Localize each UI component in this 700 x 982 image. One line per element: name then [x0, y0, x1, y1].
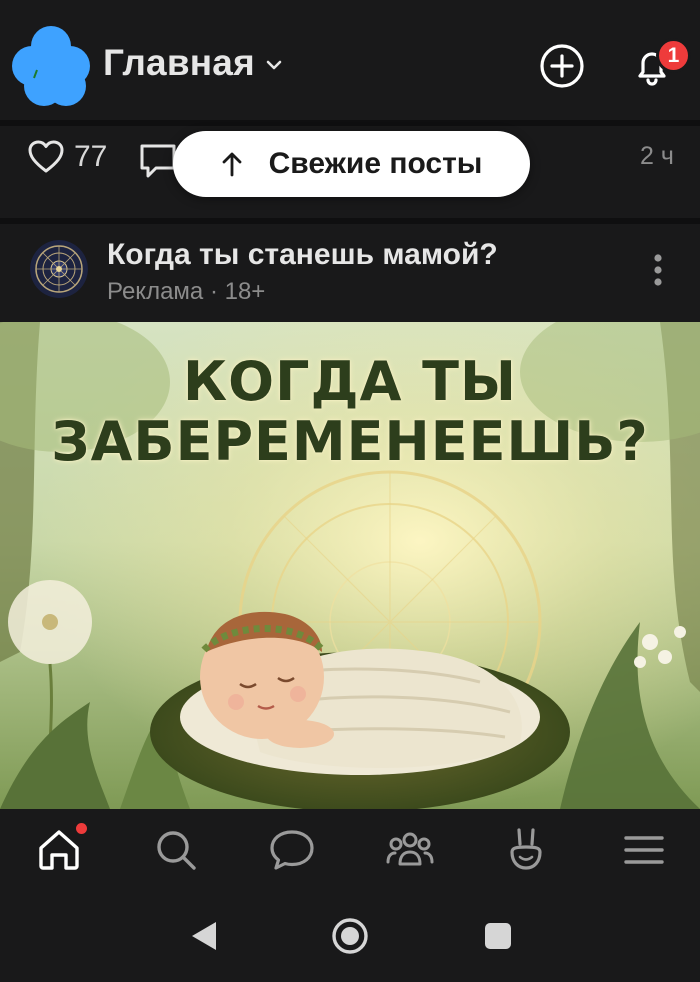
messages-icon[interactable]	[264, 822, 320, 878]
post-title[interactable]: Когда ты станешь мамой?	[107, 238, 498, 272]
bottom-tab-bar	[0, 809, 700, 901]
search-icon[interactable]	[148, 822, 204, 878]
heart-icon	[28, 140, 64, 173]
back-icon[interactable]	[176, 913, 232, 959]
home-update-dot	[76, 823, 87, 834]
like-count: 77	[74, 140, 108, 173]
page-title: Главная	[103, 42, 255, 83]
home-circle-icon[interactable]	[322, 913, 378, 959]
fresh-posts-button[interactable]: Свежие посты	[173, 131, 530, 197]
menu-icon[interactable]	[616, 822, 672, 878]
app-logo[interactable]	[8, 22, 94, 108]
recents-icon[interactable]	[470, 913, 526, 959]
fresh-posts-label: Свежие посты	[268, 147, 483, 180]
create-post-button[interactable]	[538, 42, 586, 90]
advertiser-avatar[interactable]	[30, 240, 88, 298]
arrow-up-icon	[222, 152, 242, 177]
banner-headline: КОГДА ТЫ ЗАБЕРЕМЕНЕЕШЬ?	[0, 352, 700, 472]
chevron-down-icon	[266, 60, 282, 70]
banner-headline-line1: КОГДА ТЫ	[183, 350, 517, 413]
more-options-icon[interactable]	[640, 252, 676, 288]
feed-selector[interactable]: Главная	[103, 42, 283, 84]
communities-icon[interactable]	[382, 822, 438, 878]
banner-headline-line2: ЗАБЕРЕМЕНЕЕШЬ?	[51, 410, 649, 473]
post-meta: Реклама · 18+	[107, 278, 266, 305]
post-time: 2 ч	[640, 142, 674, 170]
notification-badge: 1	[656, 38, 691, 73]
like-button[interactable]: 77	[28, 140, 107, 174]
services-icon[interactable]	[498, 822, 554, 878]
